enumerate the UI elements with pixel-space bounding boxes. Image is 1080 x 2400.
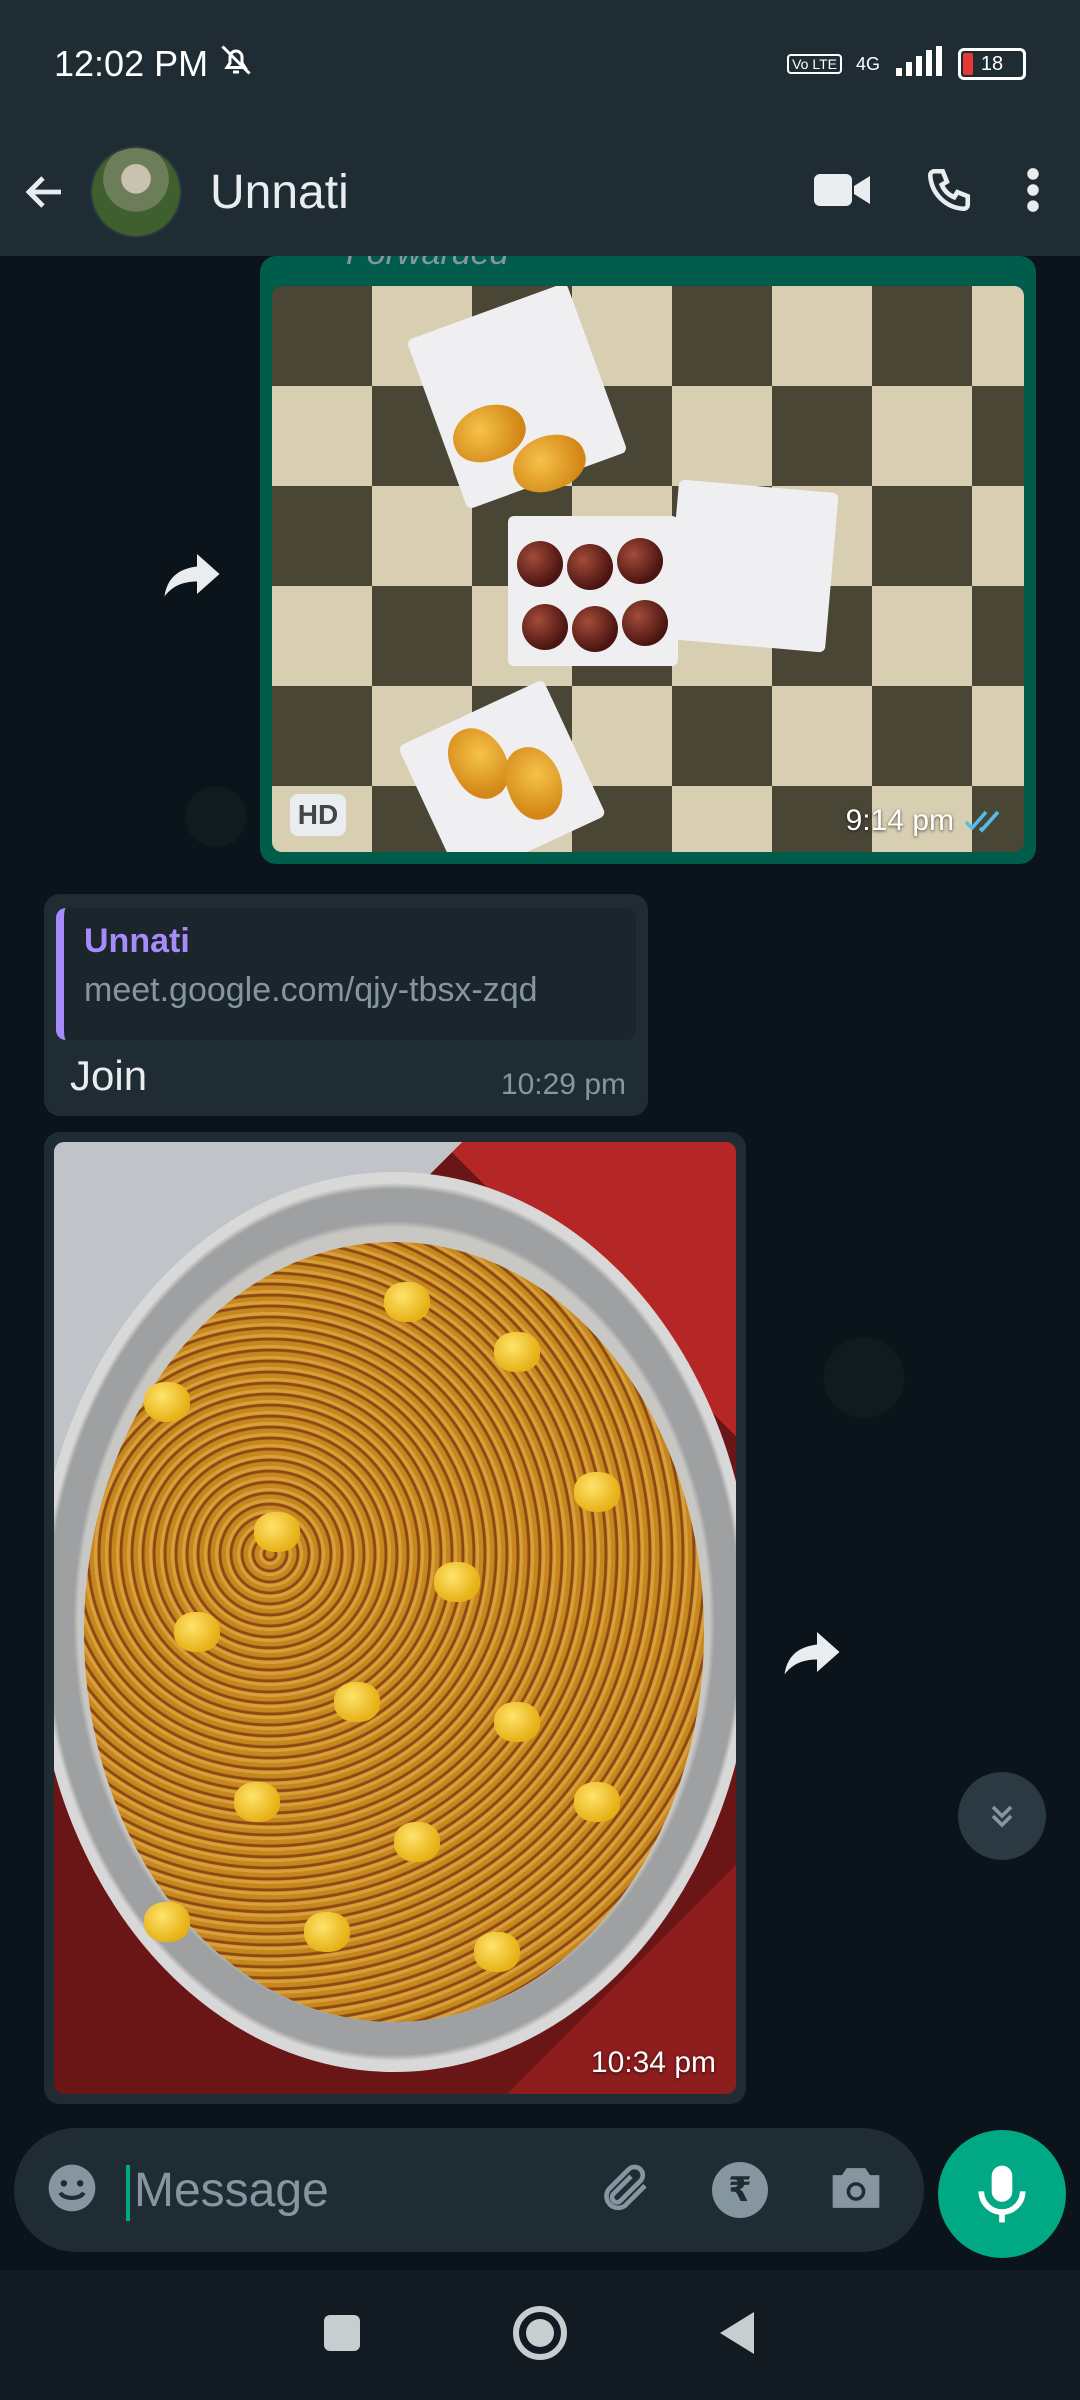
status-indicators: Vo LTE 4G 18	[787, 45, 1026, 83]
message-time: 10:29 pm	[500, 1068, 626, 1101]
back-arrow-icon	[25, 176, 61, 208]
message-time: 9:14 pm	[846, 804, 1004, 838]
payment-button[interactable]: ₹	[712, 2162, 768, 2218]
status-time: 12:02 PM	[54, 43, 209, 84]
voice-call-icon	[927, 168, 971, 211]
quote-author: Unnati	[84, 922, 190, 960]
quote-link[interactable]: meet.google.com/qjy-tbsx-zqd	[84, 971, 616, 1010]
emoji-button[interactable]	[44, 2160, 100, 2221]
attach-button[interactable]	[596, 2160, 652, 2221]
voice-message-button[interactable]	[938, 2130, 1066, 2258]
volte-badge: Vo LTE	[787, 54, 842, 74]
header-actions	[814, 165, 1040, 220]
circle-icon	[513, 2305, 567, 2360]
video-call-button[interactable]	[814, 170, 872, 215]
voice-call-button[interactable]	[924, 165, 974, 220]
message-time: 10:34 pm	[591, 2046, 716, 2080]
composer-actions: ₹	[596, 2160, 884, 2221]
paperclip-icon	[604, 2164, 647, 2210]
triangle-back-icon	[720, 2311, 754, 2354]
noodles-photo[interactable]: 10:34 pm	[54, 1142, 736, 2094]
message-text: Join	[70, 1052, 148, 1099]
back-button[interactable]	[0, 128, 90, 256]
video-call-icon	[814, 173, 870, 206]
scroll-to-bottom-button[interactable]	[958, 1772, 1046, 1860]
chat-header: Unnati	[0, 128, 1080, 256]
quoted-message[interactable]: Unnati meet.google.com/qjy-tbsx-zqd	[56, 908, 636, 1040]
square-icon	[324, 2314, 360, 2351]
message-input-bar[interactable]: Message ₹	[14, 2128, 924, 2252]
system-navigation-bar	[0, 2270, 1080, 2400]
home-button[interactable]	[512, 2305, 568, 2366]
status-time-group: 12:02 PM	[54, 42, 254, 87]
battery-level: 18	[980, 52, 1004, 75]
chat-area[interactable]: Forwarded HD 9:14 pm	[0, 256, 1080, 2126]
forward-arrow-icon	[164, 554, 220, 597]
forward-arrow-icon	[784, 1632, 840, 1675]
forward-button[interactable]	[776, 1616, 848, 1688]
contact-name[interactable]: Unnati	[210, 165, 814, 220]
rupee-icon: ₹	[728, 2171, 752, 2209]
outgoing-image-message[interactable]: Forwarded HD 9:14 pm	[260, 256, 1036, 864]
camera-button[interactable]	[828, 2163, 884, 2218]
emoji-icon	[48, 2164, 96, 2211]
message-placeholder: Message	[134, 2163, 329, 2217]
battery-icon: 18	[958, 48, 1026, 80]
forwarded-label: Forwarded	[346, 256, 509, 273]
hd-badge: HD	[290, 794, 346, 836]
camera-icon	[832, 2167, 880, 2208]
incoming-text-message[interactable]: Unnati meet.google.com/qjy-tbsx-zqd Join…	[44, 894, 648, 1116]
message-input[interactable]: Message	[126, 2163, 596, 2221]
message-time-text: 9:14 pm	[845, 804, 954, 837]
signal-icon	[894, 45, 944, 83]
microphone-icon	[978, 2165, 1026, 2223]
sweets-photo[interactable]: HD 9:14 pm	[272, 286, 1024, 852]
muted-bell-icon	[218, 42, 254, 87]
forward-button[interactable]	[156, 538, 228, 610]
more-options-icon	[1027, 167, 1039, 212]
back-nav-button[interactable]	[718, 2310, 758, 2361]
more-options-button[interactable]	[1026, 167, 1040, 218]
status-bar: 12:02 PM Vo LTE 4G 18	[0, 0, 1080, 128]
message-composer: Message ₹	[0, 2110, 1080, 2270]
double-check-icon	[964, 810, 1000, 833]
network-type: 4G	[855, 53, 880, 74]
recents-button[interactable]	[322, 2313, 362, 2358]
incoming-image-message[interactable]: 10:34 pm	[44, 1132, 746, 2104]
text-caret	[126, 2164, 130, 2221]
avatar[interactable]	[90, 146, 182, 238]
message-time-text: 10:34 pm	[590, 2046, 716, 2079]
double-chevron-down-icon	[991, 1805, 1013, 1828]
